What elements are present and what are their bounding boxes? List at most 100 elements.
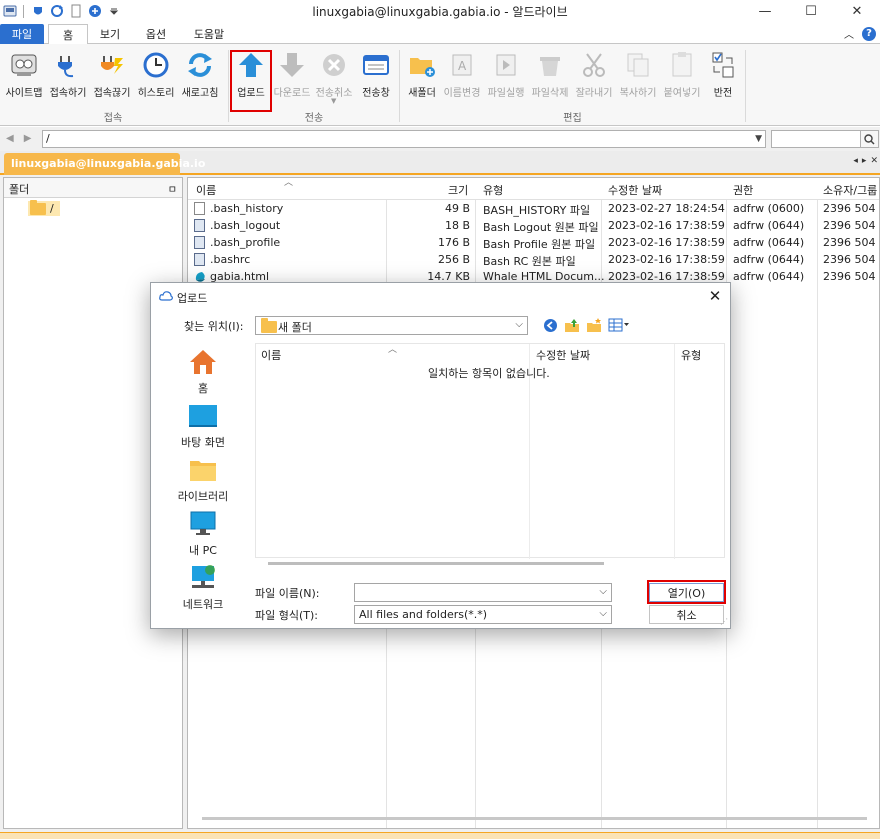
new-folder-button[interactable]: 새폴더 (400, 50, 444, 100)
sort-ascending-icon: ︿ (388, 345, 398, 355)
cancel-button[interactable]: 취소 (649, 605, 724, 624)
forward-arrow-icon[interactable]: ▶ (24, 133, 32, 144)
collapse-ribbon-icon[interactable]: ︿ (844, 26, 854, 41)
place-home[interactable]: 홈 (159, 347, 247, 396)
file-row[interactable]: .bash_history 49 B BASH_HISTORY 파일 2023-… (188, 201, 879, 218)
file-name: .bash_profile (210, 236, 281, 249)
plug-disconnect-icon (97, 50, 127, 80)
pin-icon[interactable]: ㅁ (168, 181, 177, 196)
cancel-transfer-dropdown-icon[interactable]: ▼ (331, 97, 336, 105)
disconnect-button[interactable]: 접속끊기 (90, 50, 134, 100)
back-arrow-icon[interactable]: ◀ (6, 133, 14, 144)
file-row[interactable]: .bash_profile 176 B Bash Profile 원본 파일 2… (188, 235, 879, 252)
look-in-value: 새 폴더 (278, 321, 312, 334)
tab-view[interactable]: 보기 (90, 24, 130, 44)
dialog-title: 업로드 (177, 292, 208, 305)
folder-icon (261, 318, 277, 333)
dialog-close-button[interactable]: ✕ (706, 287, 724, 305)
file-type-select[interactable]: All files and folders(*.*) ⌵ (354, 605, 612, 624)
invert-selection-button[interactable]: 반전 (701, 50, 745, 100)
file-row[interactable]: .bashrc 256 B Bash RC 원본 파일 2023-02-16 1… (188, 252, 879, 269)
refresh-arrows-icon (185, 50, 215, 80)
place-this-pc-label: 내 PC (189, 544, 217, 557)
up-folder-icon[interactable] (564, 317, 580, 333)
view-menu-icon[interactable] (608, 317, 630, 333)
col-header-modified[interactable]: 수정한 날짜 (608, 182, 662, 198)
horizontal-scrollbar[interactable] (202, 817, 867, 820)
script-file-icon (194, 219, 205, 232)
dialog-horizontal-scrollbar[interactable] (268, 562, 604, 565)
file-modified: 2023-02-16 17:38:59 (608, 219, 725, 232)
place-network[interactable]: 네트워크 (159, 563, 247, 612)
help-icon[interactable]: ? (862, 26, 876, 41)
tab-help[interactable]: 도움말 (186, 24, 232, 44)
resize-grip-icon[interactable]: ⋰ (720, 617, 728, 626)
file-row[interactable]: .bash_logout 18 B Bash Logout 원본 파일 2023… (188, 218, 879, 235)
cancel-transfer-button[interactable]: 전송취소 (312, 50, 356, 100)
dialog-col-name[interactable]: 이름 (261, 347, 281, 363)
place-libraries[interactable]: 라이브러리 (159, 455, 247, 504)
session-next-icon[interactable]: ▸ (862, 156, 867, 166)
place-this-pc[interactable]: 내 PC (159, 509, 247, 558)
col-header-name[interactable]: 이름 (196, 182, 216, 198)
download-button[interactable]: 다운로드 (270, 50, 314, 100)
chevron-down-icon[interactable]: ⌵ (599, 586, 607, 597)
dialog-file-list[interactable]: 이름 ︿ 수정한 날짜 유형 일치하는 항목이 없습니다. (255, 343, 725, 565)
new-folder-icon[interactable] (586, 317, 602, 333)
paste-icon (667, 50, 697, 80)
col-header-owner[interactable]: 소유자/그룹 (823, 182, 877, 198)
minimize-button[interactable]: — (742, 0, 788, 22)
rename-button[interactable]: A 이름변경 (440, 50, 484, 100)
dialog-col-modified[interactable]: 수정한 날짜 (536, 347, 590, 363)
close-button[interactable]: ✕ (834, 0, 880, 22)
search-icon[interactable] (861, 130, 879, 148)
path-dropdown-icon[interactable]: ▼ (755, 131, 762, 147)
file-modified: 2023-02-16 17:38:59 (608, 236, 725, 249)
place-desktop-label: 바탕 화면 (181, 436, 225, 449)
connect-button[interactable]: 접속하기 (46, 50, 90, 100)
col-header-permission[interactable]: 권한 (733, 182, 753, 198)
folder-tree-root[interactable]: / (28, 199, 60, 216)
refresh-button[interactable]: 새로고침 (178, 50, 222, 100)
back-circle-icon[interactable] (542, 317, 558, 333)
look-in-dropdown[interactable]: 새 폴더 ⌵ (255, 316, 528, 335)
delete-file-button[interactable]: 파일삭제 (528, 50, 572, 100)
group-label-connect: 접속 (103, 113, 123, 124)
path-input[interactable]: / ▼ (42, 130, 766, 148)
cut-button[interactable]: 잘라내기 (572, 50, 616, 100)
place-desktop[interactable]: 바탕 화면 (159, 401, 247, 450)
file-name-input[interactable]: ⌵ (354, 583, 612, 602)
new-folder-icon (407, 50, 437, 80)
transfer-window-button[interactable]: 전송창 (354, 50, 398, 100)
run-file-button[interactable]: 파일실행 (484, 50, 528, 100)
paste-button[interactable]: 붙여넣기 (660, 50, 704, 100)
search-input[interactable] (771, 130, 861, 148)
file-type-label: 파일 형식(T): (255, 609, 318, 622)
dialog-col-type[interactable]: 유형 (681, 347, 701, 363)
sitemap-label: 사이트맵 (5, 88, 43, 99)
tab-home[interactable]: 홈 (48, 24, 88, 45)
copy-button[interactable]: 복사하기 (616, 50, 660, 100)
file-type-value: All files and folders(*.*) (359, 608, 488, 621)
sort-ascending-icon: ︿ (284, 178, 294, 188)
file-type: Bash RC 원본 파일 (483, 255, 576, 268)
sitemap-button[interactable]: 사이트맵 (2, 50, 46, 100)
session-prev-icon[interactable]: ◂ (853, 156, 858, 166)
file-size: 176 B (437, 236, 470, 249)
status-bar (0, 832, 880, 839)
group-label-transfer: 전송 (304, 113, 324, 124)
tab-file[interactable]: 파일 (0, 24, 44, 44)
history-button[interactable]: 히스토리 (134, 50, 178, 100)
file-list-header: 이름 ︿ 크기 유형 수정한 날짜 권한 소유자/그룹 (188, 178, 879, 200)
file-permission: adfrw (0644) (733, 236, 805, 249)
chevron-down-icon[interactable]: ⌵ (599, 608, 607, 619)
maximize-button[interactable]: ☐ (788, 0, 834, 22)
session-tab[interactable]: linuxgabia@linuxgabia.gabia.io (4, 153, 205, 175)
paste-label: 붙여넣기 (663, 88, 701, 99)
col-header-type[interactable]: 유형 (483, 182, 503, 198)
session-close-icon[interactable]: ✕ (870, 156, 878, 166)
col-header-size[interactable]: 크기 (448, 182, 468, 198)
tab-options[interactable]: 옵션 (136, 24, 176, 44)
ribbon: 사이트맵 접속하기 접속끊기 히스토리 새로고침 접속 업로드 다운로드 전송취… (0, 44, 880, 126)
look-in-label: 찾는 위치(I): (184, 320, 244, 333)
